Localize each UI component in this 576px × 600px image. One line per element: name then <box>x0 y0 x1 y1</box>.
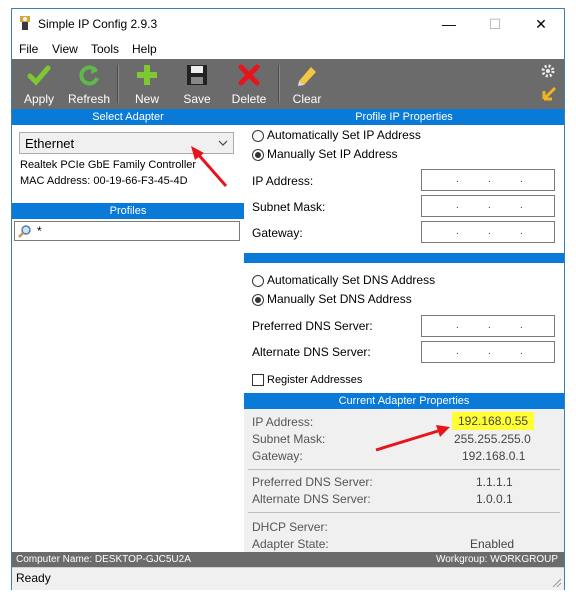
alternate-dns-label: Alternate DNS Server: <box>252 345 371 359</box>
current-state-value: Enabled <box>470 537 515 551</box>
refresh-icon <box>79 65 99 86</box>
menu-tools[interactable]: Tools <box>91 42 119 56</box>
save-button[interactable]: Save <box>176 59 218 109</box>
gateway-field[interactable]: ... <box>421 221 555 243</box>
adapter-select-value: Ethernet <box>25 136 75 151</box>
toolbar: Apply Refresh New Save Delete Clear <box>12 59 564 109</box>
new-button[interactable]: New <box>126 59 168 109</box>
checkmark-icon <box>27 65 51 86</box>
plus-icon <box>137 65 157 85</box>
auto-dns-radio[interactable] <box>252 275 264 287</box>
settings-gear-icon[interactable] <box>540 63 556 79</box>
divider <box>248 469 560 470</box>
save-label: Save <box>183 92 211 106</box>
maximize-button[interactable]: ☐ <box>472 9 518 39</box>
floppy-disk-icon <box>187 65 207 85</box>
computer-name: Computer Name: DESKTOP-GJC5U2A <box>16 554 191 565</box>
delete-label: Delete <box>231 92 267 106</box>
title-bar: Simple IP Config 2.9.3 — ☐ ✕ <box>12 9 564 39</box>
resize-grip-icon[interactable] <box>552 578 562 588</box>
annotation-arrow <box>191 146 228 187</box>
right-panel: Profile IP Properties Automatically Set … <box>244 109 564 552</box>
current-pref-dns-value: 1.1.1.1 <box>476 475 513 489</box>
clear-button[interactable]: Clear <box>286 59 328 109</box>
current-subnet-value: 255.255.255.0 <box>454 432 531 446</box>
current-dhcp-label: DHCP Server: <box>252 520 328 534</box>
manual-dns-label: Manually Set DNS Address <box>267 292 412 306</box>
refresh-button[interactable]: Refresh <box>66 59 112 109</box>
current-adapter-header: Current Adapter Properties <box>244 393 564 409</box>
manual-ip-radio[interactable] <box>252 149 264 161</box>
register-addresses-label: Register Addresses <box>267 374 363 386</box>
delete-button[interactable]: Delete <box>226 59 272 109</box>
annotation-arrow <box>375 425 450 452</box>
apply-button[interactable]: Apply <box>18 59 60 109</box>
menu-bar: File View Tools Help <box>12 39 564 59</box>
gateway-label: Gateway: <box>252 226 303 240</box>
adapter-description: Realtek PCIe GbE Family Controller <box>20 159 197 171</box>
new-label: New <box>134 92 159 106</box>
refresh-label: Refresh <box>67 92 111 106</box>
ip-address-field[interactable]: ... <box>421 169 555 191</box>
app-icon <box>20 16 30 30</box>
pencil-eraser-icon <box>298 67 316 86</box>
workgroup: Workgroup: WORKGROUP <box>435 554 558 565</box>
current-gateway-value: 192.168.0.1 <box>462 449 526 463</box>
profile-search-value: * <box>37 224 42 238</box>
current-alt-dns-label: Alternate DNS Server: <box>252 492 371 506</box>
select-adapter-header: Select Adapter <box>12 109 244 125</box>
current-pref-dns-label: Preferred DNS Server: <box>252 475 373 489</box>
menu-view[interactable]: View <box>52 42 78 56</box>
arrow-down-left-icon[interactable] <box>540 85 558 103</box>
current-subnet-label: Subnet Mask: <box>252 432 326 446</box>
clear-label: Clear <box>292 92 322 106</box>
toolbar-separator <box>278 65 280 103</box>
current-ip-value: 192.168.0.55 <box>458 414 529 428</box>
current-ip-label: IP Address: <box>252 415 314 429</box>
manual-dns-radio[interactable] <box>252 294 264 306</box>
current-state-label: Adapter State: <box>252 537 329 551</box>
current-alt-dns-value: 1.0.0.1 <box>476 492 513 506</box>
preferred-dns-label: Preferred DNS Server: <box>252 319 373 333</box>
adapter-mac-address: MAC Address: 00-19-66-F3-45-4D <box>20 175 188 187</box>
auto-ip-radio[interactable] <box>252 130 264 142</box>
profile-search-field[interactable]: * <box>14 221 240 241</box>
alternate-dns-field[interactable]: ... <box>421 341 555 363</box>
minimize-button[interactable]: — <box>426 9 472 39</box>
menu-file[interactable]: File <box>19 42 38 56</box>
left-panel: Select Adapter Ethernet Realtek PCIe GbE… <box>12 109 245 552</box>
search-icon <box>18 225 31 238</box>
manual-ip-label: Manually Set IP Address <box>267 147 398 161</box>
subnet-mask-field[interactable]: ... <box>421 195 555 217</box>
window-title: Simple IP Config 2.9.3 <box>38 17 158 31</box>
preferred-dns-field[interactable]: ... <box>421 315 555 337</box>
auto-dns-label: Automatically Set DNS Address <box>267 273 436 287</box>
divider <box>248 512 560 513</box>
toolbar-separator <box>117 65 119 103</box>
current-gateway-label: Gateway: <box>252 449 303 463</box>
status-bar: Ready <box>12 567 564 590</box>
status-text: Ready <box>16 571 51 585</box>
close-button[interactable]: ✕ <box>518 9 564 39</box>
register-addresses-checkbox[interactable] <box>252 374 264 386</box>
section-divider <box>244 253 564 263</box>
apply-label: Apply <box>23 92 55 106</box>
auto-ip-label: Automatically Set IP Address <box>267 128 421 142</box>
ip-address-label: IP Address: <box>252 174 314 188</box>
current-properties-panel: IP Address: 192.168.0.55 Subnet Mask: 25… <box>244 409 564 552</box>
profile-ip-header: Profile IP Properties <box>244 109 564 125</box>
info-strip: Computer Name: DESKTOP-GJC5U2A Workgroup… <box>12 552 564 567</box>
app-window: Simple IP Config 2.9.3 — ☐ ✕ File View T… <box>11 8 565 590</box>
profiles-header: Profiles <box>12 203 244 219</box>
subnet-mask-label: Subnet Mask: <box>252 200 326 214</box>
menu-help[interactable]: Help <box>132 42 157 56</box>
delete-x-icon <box>238 64 260 86</box>
